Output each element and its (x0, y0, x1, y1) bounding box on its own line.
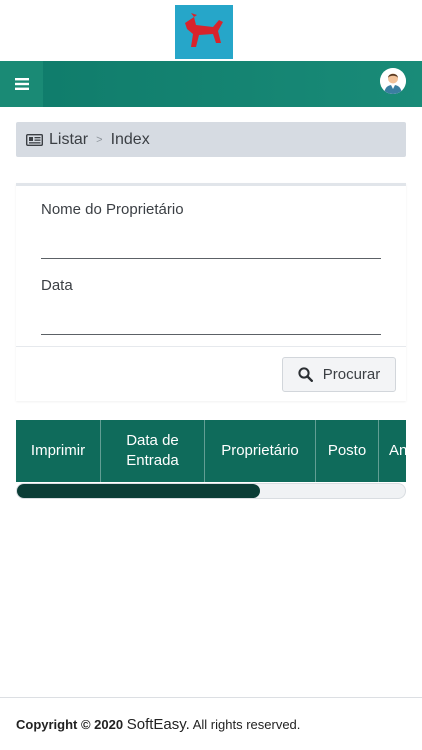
breadcrumb-current: Index (110, 130, 150, 148)
logo[interactable] (175, 5, 233, 59)
footer-divider (0, 697, 422, 698)
column-header-owner[interactable]: Proprietário (205, 420, 316, 482)
owner-name-label: Nome do Proprietário (41, 201, 184, 218)
breadcrumb: Listar > Index (16, 122, 406, 157)
red-horse-logo-icon (175, 5, 233, 59)
horizontal-scrollbar[interactable] (16, 483, 406, 499)
hamburger-icon (14, 78, 29, 90)
user-avatar-icon (380, 68, 406, 94)
column-header-post[interactable]: Posto (316, 420, 379, 482)
list-card-icon (26, 133, 43, 146)
search-button-label: Procurar (322, 366, 381, 383)
page: Listar > Index Nome do Proprietário Data… (0, 0, 422, 750)
owner-name-input[interactable] (41, 226, 381, 258)
results-table: Imprimir Data de Entrada Proprietário Po… (16, 420, 406, 482)
magnifier-icon (298, 367, 313, 382)
menu-toggle-button[interactable] (0, 61, 43, 107)
search-button[interactable]: Procurar (282, 357, 396, 392)
footer-copyright: Copyright © 2020 (16, 717, 124, 732)
footer-rights: All rights reserved. (192, 717, 301, 732)
date-input[interactable] (41, 302, 381, 334)
footer: Copyright © 2020 SoftEasy. All rights re… (16, 716, 300, 733)
table-header-row: Imprimir Data de Entrada Proprietário Po… (16, 420, 406, 482)
scrollbar-thumb[interactable] (17, 484, 260, 498)
user-avatar[interactable] (380, 68, 406, 94)
owner-name-underline (41, 258, 381, 259)
top-navbar (0, 61, 422, 107)
date-label: Data (41, 277, 73, 294)
column-header-truncated[interactable]: An (379, 420, 406, 482)
column-header-entry-date[interactable]: Data de Entrada (101, 420, 205, 482)
breadcrumb-separator: > (96, 133, 103, 146)
filter-card: Nome do Proprietário Data Procurar (16, 183, 406, 401)
footer-brand[interactable]: SoftEasy. (127, 716, 190, 733)
card-divider (16, 346, 406, 347)
date-underline (41, 334, 381, 335)
breadcrumb-root-link[interactable]: Listar (49, 131, 88, 149)
column-header-print[interactable]: Imprimir (16, 420, 101, 482)
